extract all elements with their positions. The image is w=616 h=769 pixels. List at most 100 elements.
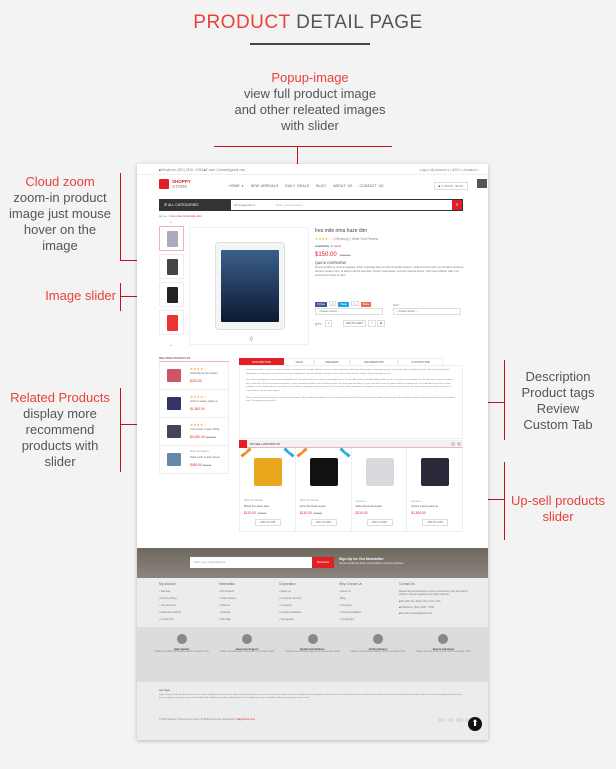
product-image[interactable] bbox=[254, 458, 282, 486]
category-dropdown[interactable]: All Categories ▾ bbox=[234, 203, 255, 207]
back-to-top-button[interactable]: ⬆ bbox=[468, 717, 482, 731]
search-icon[interactable]: ⌕ bbox=[452, 200, 462, 210]
wishlist-icon[interactable]: ♡ bbox=[368, 320, 377, 327]
product-image[interactable] bbox=[365, 458, 394, 486]
designer-link[interactable]: MagenTech.Com bbox=[237, 718, 255, 721]
nav-daily-deals[interactable]: DAILY DEALS bbox=[285, 184, 309, 188]
review[interactable]: ★★★★☆ bbox=[356, 500, 367, 503]
related-item[interactable]: ★★★★☆ Grirem mueen poka na $1,500.00 bbox=[159, 390, 229, 418]
tab-description[interactable]: DESCRIPTION bbox=[239, 358, 284, 365]
availability: Availability: In stock bbox=[315, 244, 465, 248]
footer-link[interactable]: About us bbox=[279, 590, 339, 593]
search-input[interactable]: All Categories ▾ Enter your keyword... bbox=[231, 200, 453, 210]
related-products: RELATED PRODUCTS ★★★★☆ Sode Bema pizo kao… bbox=[159, 356, 229, 474]
subscribe-button[interactable]: Subscribe bbox=[312, 557, 334, 568]
login-link[interactable]: Login bbox=[420, 168, 428, 172]
item-name[interactable]: Moraz fren open Jase bbox=[244, 505, 269, 508]
item-name[interactable]: Sode Bema pizo kaoen bbox=[190, 372, 228, 375]
review[interactable]: ★★★★☆ bbox=[411, 500, 422, 503]
footer-link[interactable]: My Account bbox=[219, 590, 279, 593]
tab-custom[interactable]: CUSTOM TAB bbox=[398, 358, 443, 365]
product-image[interactable] bbox=[421, 458, 450, 486]
add-to-cart-button[interactable]: ADD TO CART bbox=[343, 320, 366, 327]
reviews-link[interactable]: 1 Review(s) | Write Your Review bbox=[333, 237, 378, 241]
footer-link[interactable]: Typography bbox=[339, 618, 399, 621]
thumbnail[interactable] bbox=[159, 226, 184, 251]
nav-new-arrivals[interactable]: NEW ARRIVALS bbox=[251, 184, 279, 188]
footer-link[interactable]: Sitemap bbox=[159, 590, 219, 593]
currency-select[interactable]: USD ▾ bbox=[452, 168, 461, 172]
upsell-item[interactable]: SALE NEW Write Your Review Moraz fren open … bbox=[240, 447, 296, 531]
thumbnail[interactable] bbox=[159, 282, 184, 307]
footer-link[interactable]: Order History bbox=[219, 597, 279, 600]
footer-link[interactable]: Contact Us bbox=[159, 618, 219, 621]
write-review[interactable]: Write Your Review bbox=[190, 451, 209, 453]
footer-link[interactable]: Your Account bbox=[159, 604, 219, 607]
add-to-cart-button[interactable]: ADD TO CART bbox=[422, 519, 449, 526]
footer-link[interactable]: Company bbox=[279, 604, 339, 607]
footer-link[interactable]: About us bbox=[339, 590, 399, 593]
footer-link[interactable]: Investor Relations bbox=[279, 611, 339, 614]
review[interactable]: Write Your Review bbox=[244, 500, 263, 502]
tab-tags[interactable]: TAGS bbox=[284, 358, 314, 365]
contact-email[interactable]: E-mail: Contact@gmail.com bbox=[399, 612, 474, 615]
footer-link[interactable]: Investor Relations bbox=[339, 611, 399, 614]
compare-icon[interactable]: ⇄ bbox=[377, 320, 386, 327]
product-image bbox=[215, 242, 285, 330]
qty-input[interactable]: 1 bbox=[325, 320, 333, 327]
upsell-item[interactable]: SALE NEW Write Your Review Kore-fore Dase m… bbox=[296, 447, 352, 531]
related-item[interactable]: Write Your Review Nethi meth mueen bimax $… bbox=[159, 446, 229, 474]
add-to-cart-button[interactable]: ADD TO CART bbox=[255, 519, 281, 526]
language-select[interactable]: Jamaica ▾ bbox=[464, 168, 478, 172]
nav-contact[interactable]: CONTACT US bbox=[359, 184, 383, 188]
add-to-cart-button[interactable]: ADD TO CART bbox=[366, 519, 393, 526]
footer-link[interactable]: Blog bbox=[339, 597, 399, 600]
item-name[interactable]: Kore-fore Dase mupen bbox=[300, 505, 326, 508]
note-line: zoom-in product bbox=[13, 190, 107, 205]
item-name[interactable]: Grirem mueen poka na bbox=[411, 505, 438, 508]
tab-information[interactable]: INFORMATION bbox=[350, 358, 398, 365]
logo-icon[interactable] bbox=[159, 179, 169, 189]
item-name[interactable]: Nethi meth mueen bimax bbox=[190, 456, 228, 459]
thumbnail[interactable] bbox=[159, 310, 184, 335]
all-categories-button[interactable]: ☰ ALL CATEGORIES bbox=[164, 203, 199, 207]
prev-arrow-icon[interactable] bbox=[451, 442, 455, 446]
color-select[interactable]: -- Please Select -- bbox=[315, 308, 383, 315]
related-item[interactable]: ★★★★☆ Cum mireri mueen Philip $4,000.00 $4… bbox=[159, 418, 229, 446]
nav-blog[interactable]: BLOG bbox=[316, 184, 326, 188]
footer-link[interactable]: Company bbox=[339, 604, 399, 607]
product-image[interactable] bbox=[309, 458, 338, 486]
footer-col-title: Information bbox=[219, 582, 235, 586]
tab-reviews[interactable]: REVIEWS bbox=[314, 358, 350, 365]
chevron-down-icon[interactable]: ⌄ bbox=[169, 342, 173, 348]
footer-link[interactable]: Typography bbox=[279, 618, 339, 621]
breadcrumb-home[interactable]: Home bbox=[159, 214, 167, 218]
newsletter-email-input[interactable]: Enter your email address bbox=[190, 557, 312, 568]
add-to-cart-button[interactable]: ADD TO CART bbox=[310, 519, 337, 526]
upsell-item[interactable]: ★★★★☆ Sade dema piza kupen $210.00 ADD TO C… bbox=[352, 448, 408, 531]
footer-link[interactable]: Customer Service bbox=[279, 597, 339, 600]
my-account-link[interactable]: My Account ▾ bbox=[430, 168, 449, 172]
logo-text[interactable]: SHOPPY STORE bbox=[172, 179, 191, 189]
nav-about[interactable]: ABOUT US bbox=[333, 184, 352, 188]
footer-link[interactable]: Returns bbox=[219, 604, 279, 607]
cart-button[interactable]: ■ 0 ITEMS - $0.00 bbox=[433, 182, 468, 190]
next-arrow-icon[interactable] bbox=[457, 442, 461, 446]
hot-tags-list[interactable]: Sligh of sand | Flatwork, Arrow Shirts, … bbox=[159, 694, 464, 701]
related-item[interactable]: ★★★★☆ Sode Bema pizo kaoen $210.00 bbox=[159, 362, 229, 390]
footer-link[interactable]: Privacy Policy bbox=[159, 597, 219, 600]
footer-link[interactable]: Advanced Search bbox=[159, 611, 219, 614]
item-name[interactable]: Cum mireri mueen Philip bbox=[190, 428, 228, 431]
main-product-image[interactable] bbox=[189, 227, 309, 345]
nav-home[interactable]: HOME ▾ bbox=[229, 184, 244, 188]
upsell-item[interactable]: ★★★★☆ Grirem mueen poka na $1,500.00 ADD TO… bbox=[407, 448, 462, 531]
size-select[interactable]: -- Please Select -- bbox=[393, 308, 461, 315]
review[interactable]: Write Your Review bbox=[300, 500, 319, 502]
item-name[interactable]: Sade dema piza kupen bbox=[356, 505, 383, 508]
zoom-icon[interactable]: ⚲ bbox=[249, 336, 253, 343]
footer-link[interactable]: Site Map bbox=[219, 618, 279, 621]
footer-link[interactable]: Specials bbox=[219, 611, 279, 614]
side-cart-icon[interactable] bbox=[477, 179, 487, 188]
item-name[interactable]: Grirem mueen poka na bbox=[190, 400, 228, 403]
thumbnail[interactable] bbox=[159, 254, 184, 279]
